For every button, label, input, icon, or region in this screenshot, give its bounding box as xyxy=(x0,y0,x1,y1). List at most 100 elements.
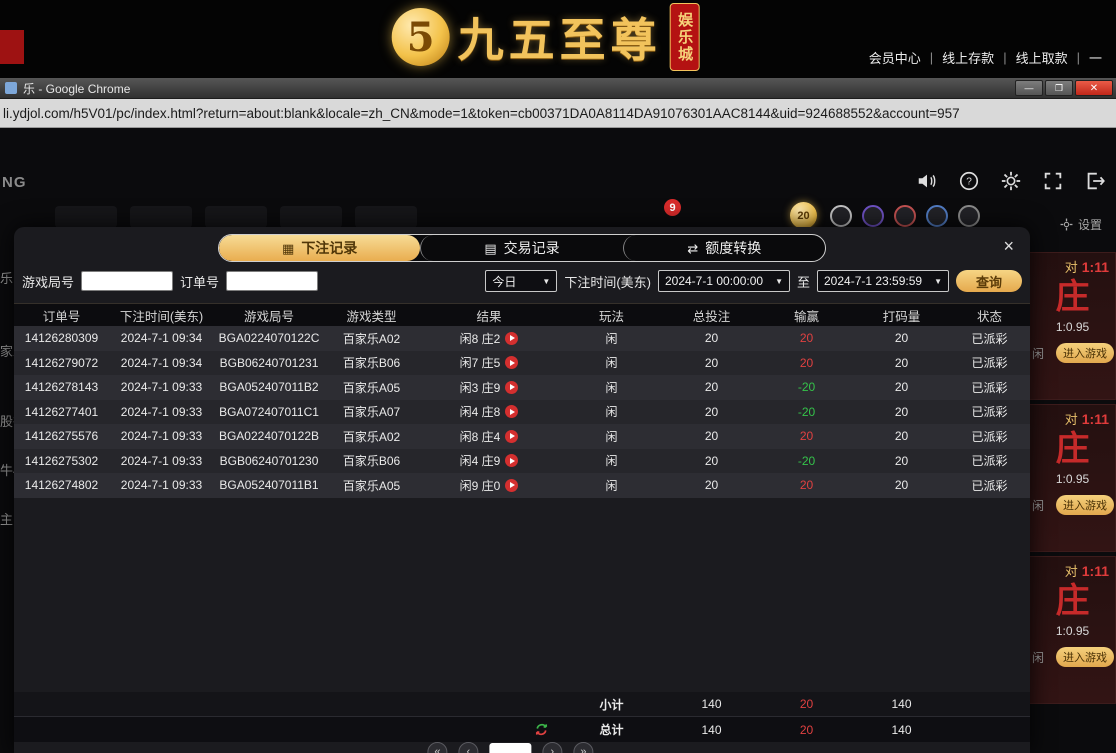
date-from-select[interactable]: 2024-7-1 00:00:00 ▼ xyxy=(658,270,790,292)
prev-page-button[interactable]: ‹ xyxy=(458,742,478,753)
enter-game-button[interactable]: 进入游戏 xyxy=(1056,495,1114,515)
cell-bet: 20 xyxy=(664,331,759,345)
chip-icon[interactable] xyxy=(894,205,916,227)
next-page-button[interactable]: › xyxy=(542,742,562,753)
cell-order: 14126278143 xyxy=(14,380,109,394)
col-winloss: 输赢 xyxy=(759,306,854,325)
lobby-category xyxy=(280,206,342,228)
cell-round: BGA0224070122C xyxy=(214,331,324,345)
left-menu-fragment: 家乐 xyxy=(0,341,14,360)
chip-icon[interactable] xyxy=(958,205,980,227)
table-body: 14126280309 2024-7-1 09:34 BGA0224070122… xyxy=(14,326,1030,498)
cell-type: 百家乐B06 xyxy=(324,354,419,371)
tab-credit-transfer[interactable]: ⇄ 额度转换 xyxy=(623,235,825,261)
chip-20-icon[interactable]: 20 xyxy=(790,202,817,229)
enter-game-button[interactable]: 进入游戏 xyxy=(1056,647,1114,667)
date-range-select[interactable]: 今日 ▼ xyxy=(485,270,557,292)
pagination: « ‹ › » xyxy=(427,742,593,753)
cell-bet: 20 xyxy=(664,356,759,370)
nav-online-withdraw[interactable]: 线上取款 xyxy=(1016,48,1068,67)
table-row: 14126275302 2024-7-1 09:33 BGB0624070123… xyxy=(14,449,1030,474)
table-row: 14126279072 2024-7-1 09:34 BGB0624070123… xyxy=(14,351,1030,376)
cell-time: 2024-7-1 09:34 xyxy=(109,331,214,345)
cell-type: 百家乐A05 xyxy=(324,379,419,396)
cell-volume: 20 xyxy=(854,331,949,345)
result-text: 闲4 庄9 xyxy=(460,452,501,469)
last-page-button[interactable]: » xyxy=(573,742,593,753)
window-titlebar[interactable]: 乐 - Google Chrome — ❐ ✕ xyxy=(0,78,1116,99)
fullscreen-icon[interactable] xyxy=(1042,170,1064,192)
records-dialog: ▦ 下注记录 ▤ 交易记录 ⇄ 额度转换 × 游戏局号 订单号 今日 ▼ 下注时… xyxy=(14,227,1030,753)
round-filter-input[interactable] xyxy=(81,271,173,291)
notification-badge: 9 xyxy=(664,199,681,216)
date-to-select[interactable]: 2024-7-1 23:59:59 ▼ xyxy=(817,270,949,292)
game-table-panel[interactable]: 对 1:11 庄 1:0.95 闲 进入游戏 xyxy=(1030,556,1116,704)
game-table-panel[interactable]: 对 1:11 庄 1:0.95 闲 进入游戏 xyxy=(1030,404,1116,552)
order-filter-label: 订单号 xyxy=(180,272,219,291)
nav-member-center[interactable]: 会员中心 xyxy=(869,48,921,67)
cell-play: 闲 xyxy=(559,428,664,445)
site-logo: 5 九五至尊 娱乐城 xyxy=(392,3,700,71)
url-text: li.ydjol.com/h5V01/pc/index.html?return=… xyxy=(3,106,960,121)
pair-odds: 1:11 xyxy=(1082,563,1109,579)
banker-odds: 1:0.95 xyxy=(1030,472,1115,486)
close-window-button[interactable]: ✕ xyxy=(1075,80,1113,96)
replay-icon[interactable] xyxy=(505,356,518,369)
cell-type: 百家乐A07 xyxy=(324,403,419,420)
nav-online-deposit[interactable]: 线上存款 xyxy=(942,48,994,67)
refresh-icon[interactable] xyxy=(534,722,549,737)
replay-icon[interactable] xyxy=(505,405,518,418)
chip-icon[interactable] xyxy=(862,205,884,227)
settings-label: 设置 xyxy=(1078,216,1102,233)
query-button[interactable]: 查询 xyxy=(956,270,1022,292)
chip-icon[interactable] xyxy=(830,205,852,227)
game-table-panel[interactable]: 对 1:11 庄 1:0.95 闲 进入游戏 xyxy=(1030,252,1116,400)
replay-icon[interactable] xyxy=(505,479,518,492)
total-row: 总计 140 20 140 xyxy=(14,716,1030,742)
cell-status: 已派彩 xyxy=(949,330,1030,347)
subtotal-winloss: 20 xyxy=(759,697,854,711)
nav-more-fragment[interactable]: 一 xyxy=(1089,48,1102,67)
dialog-tabbar: ▦ 下注记录 ▤ 交易记录 ⇄ 额度转换 xyxy=(218,234,826,262)
minimize-button[interactable]: — xyxy=(1015,80,1043,96)
top-nav: 会员中心| 线上存款| 线上取款| 一 xyxy=(869,48,1102,67)
tab-bet-records[interactable]: ▦ 下注记录 xyxy=(219,235,420,261)
subtotal-label: 小计 xyxy=(559,696,664,713)
replay-icon[interactable] xyxy=(505,332,518,345)
cell-winloss: 20 xyxy=(759,356,854,370)
table-header: 订单号 下注时间(美东) 游戏局号 游戏类型 结果 玩法 总投注 输赢 打码量 … xyxy=(14,303,1030,326)
settings-button[interactable]: 设置 xyxy=(1060,216,1102,233)
maximize-button[interactable]: ❐ xyxy=(1045,80,1073,96)
first-page-button[interactable]: « xyxy=(427,742,447,753)
col-play: 玩法 xyxy=(559,306,664,325)
site-banner: 5 九五至尊 娱乐城 会员中心| 线上存款| 线上取款| 一 xyxy=(0,0,1116,78)
chip-icon[interactable] xyxy=(926,205,948,227)
cell-order: 14126275302 xyxy=(14,454,109,468)
address-bar[interactable]: li.ydjol.com/h5V01/pc/index.html?return=… xyxy=(0,99,1116,128)
chevron-down-icon: ▼ xyxy=(775,277,783,286)
nav-separator: | xyxy=(930,50,933,65)
subtotal-volume: 140 xyxy=(854,697,949,711)
col-round: 游戏局号 xyxy=(214,306,324,325)
cell-winloss: -20 xyxy=(759,405,854,419)
help-icon[interactable]: ? xyxy=(958,170,980,192)
cell-type: 百家乐B06 xyxy=(324,452,419,469)
banker-label: 庄 xyxy=(1030,280,1115,314)
replay-icon[interactable] xyxy=(505,454,518,467)
replay-icon[interactable] xyxy=(505,430,518,443)
cell-result: 闲8 庄2 xyxy=(419,330,559,347)
exit-icon[interactable] xyxy=(1084,170,1106,192)
sound-icon[interactable] xyxy=(916,170,938,192)
enter-game-button[interactable]: 进入游戏 xyxy=(1056,343,1114,363)
game-area: NG ? 9 20 设置 乐家乐股往牛4主 对 1:11 庄 1:0.95 xyxy=(0,128,1116,753)
tab-transaction-records[interactable]: ▤ 交易记录 xyxy=(420,235,622,261)
cell-round: BGB06240701231 xyxy=(214,356,324,370)
credit-transfer-icon: ⇄ xyxy=(687,242,698,255)
replay-icon[interactable] xyxy=(505,381,518,394)
page-input[interactable] xyxy=(489,743,531,753)
table-row: 14126274802 2024-7-1 09:33 BGA052407011B… xyxy=(14,473,1030,498)
close-dialog-button[interactable]: × xyxy=(1003,237,1014,255)
gear-icon[interactable] xyxy=(1000,170,1022,192)
order-filter-input[interactable] xyxy=(226,271,318,291)
cell-result: 闲4 庄8 xyxy=(419,403,559,420)
